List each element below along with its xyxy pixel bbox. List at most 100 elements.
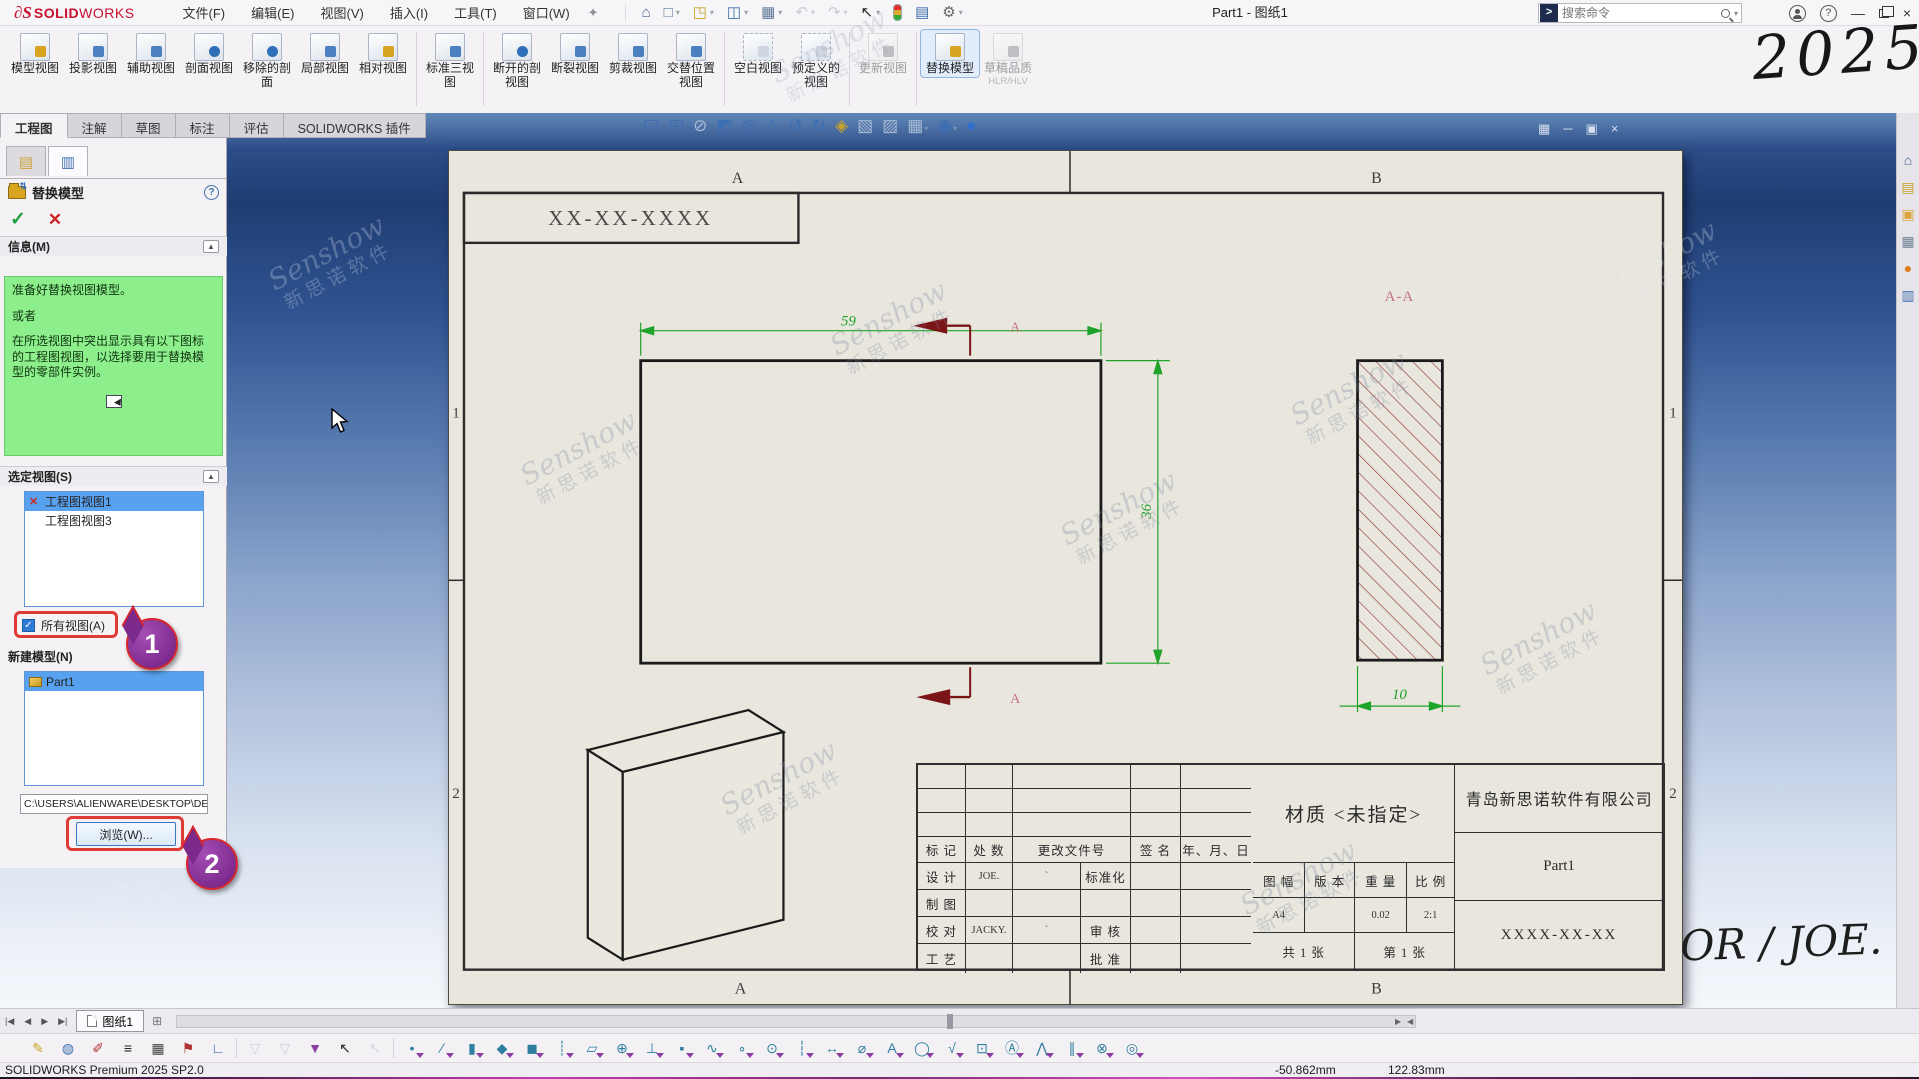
lasso-select-icon[interactable]: ↖: [363, 1036, 387, 1060]
zoom-to-selection-icon[interactable]: ◩: [716, 117, 732, 134]
ribbon-section-view[interactable]: 剖面视图: [180, 30, 238, 77]
menu-insert[interactable]: 插入(I): [390, 3, 428, 22]
section-view[interactable]: [1358, 361, 1443, 661]
doc-restore-icon[interactable]: ▣: [1586, 121, 1598, 137]
print-icon[interactable]: ▦: [761, 5, 782, 20]
first-sheet-icon[interactable]: |◀: [0, 1016, 19, 1027]
ribbon-draft-quality[interactable]: 草稿品质 HLR/HLV: [979, 30, 1037, 88]
filter-origins-icon[interactable]: ⊕: [610, 1036, 634, 1060]
tab-drawing[interactable]: 工程图: [0, 113, 68, 138]
dimension-width-text[interactable]: 59: [841, 314, 856, 330]
pm-help-icon[interactable]: ?: [204, 185, 219, 200]
search-input[interactable]: [1562, 6, 1721, 20]
ribbon-update-view[interactable]: 更新视图: [854, 30, 912, 77]
filter-surface-finish-icon[interactable]: √: [940, 1036, 964, 1060]
filter-axes-icon[interactable]: ┊: [550, 1036, 574, 1060]
filter-cosmetic-threads-icon[interactable]: ∥: [1060, 1036, 1084, 1060]
pin-menu-icon[interactable]: ✦: [588, 5, 599, 21]
ribbon-relative-view[interactable]: 相对视图: [354, 30, 412, 77]
isometric-view[interactable]: [588, 710, 784, 960]
property-manager-tab[interactable]: ▥: [48, 146, 88, 176]
ribbon-predefined-view[interactable]: 预定义的视图: [787, 30, 845, 91]
list-item-drawing-view-3[interactable]: 工程图视图3: [25, 511, 203, 530]
annotation-flag-icon[interactable]: ⚑: [176, 1036, 200, 1060]
menu-window[interactable]: 窗口(W): [523, 3, 570, 22]
filter-faces-icon[interactable]: ▮: [460, 1036, 484, 1060]
filter-coordinate-systems-icon[interactable]: ⊥: [640, 1036, 664, 1060]
filter-hole-callouts-icon[interactable]: ⌀: [850, 1036, 874, 1060]
ribbon-broken-out-section[interactable]: 断开的剖视图: [488, 30, 546, 91]
dimension-width[interactable]: [641, 323, 1101, 356]
filter-centerlines-icon[interactable]: ┆: [790, 1036, 814, 1060]
rotate-view-icon[interactable]: ↻: [812, 117, 826, 134]
tab-evaluate[interactable]: 评估: [230, 113, 284, 138]
filter-dowel-symbols-icon[interactable]: ◎: [1120, 1036, 1144, 1060]
filter-solid-bodies-icon[interactable]: ◼: [520, 1036, 544, 1060]
ribbon-projected-view[interactable]: 投影视图: [64, 30, 122, 77]
filter-midpoints-icon[interactable]: ∘: [730, 1036, 754, 1060]
3d-drawing-view-icon[interactable]: ◈: [835, 117, 848, 134]
graphics-area[interactable]: ◱◰⊘◩◎⊹↺↻◈▧▨▦◉● ▦ ─ ▣ × ✓ ✕: [0, 113, 1896, 1008]
ribbon-model-view[interactable]: 模型视图: [6, 30, 64, 77]
search-dropdown-icon[interactable]: ▾: [1734, 9, 1738, 18]
collapse-chevron-icon[interactable]: ▲: [203, 240, 219, 253]
filter-notes-icon[interactable]: A: [880, 1036, 904, 1060]
magnified-selection-icon[interactable]: ◎: [741, 117, 756, 134]
note-tool-icon[interactable]: ✎: [26, 1036, 50, 1060]
filter-geometric-tolerance-icon[interactable]: ⊡: [970, 1036, 994, 1060]
filter-toggle-icon[interactable]: ▽: [243, 1036, 267, 1060]
select-cursor-icon[interactable]: ↖: [861, 5, 881, 20]
filter-planes-icon[interactable]: ▱: [580, 1036, 604, 1060]
doc-close-icon[interactable]: ×: [1611, 121, 1619, 137]
list-item-part1[interactable]: Part1: [25, 672, 203, 691]
view-orientation-icon[interactable]: ▧: [857, 117, 873, 134]
tile-windows-icon[interactable]: ▦: [1538, 121, 1550, 137]
ribbon-standard-3-view[interactable]: 标准三视图: [421, 30, 479, 91]
tab-solidworks-addins[interactable]: SOLIDWORKS 插件: [284, 113, 426, 138]
dimension-height-text[interactable]: 36: [1139, 503, 1155, 519]
dimension-thickness-text[interactable]: 10: [1392, 687, 1407, 703]
ribbon-removed-section[interactable]: 移除的剖面: [238, 30, 296, 91]
drawing-sheet[interactable]: A B A B 1 2 1 2 XX-XX-XXXX: [448, 150, 1683, 1005]
edit-appearance-icon[interactable]: ●: [966, 117, 976, 134]
user-account-icon[interactable]: [1789, 5, 1806, 22]
filter-balloons-icon[interactable]: ◯: [910, 1036, 934, 1060]
filter-edges-icon[interactable]: ∕: [430, 1036, 454, 1060]
selected-views-list[interactable]: ✕ 工程图视图1 工程图视图3: [24, 491, 204, 607]
filter-sketch-points-icon[interactable]: ▪: [670, 1036, 694, 1060]
filter-datum-features-icon[interactable]: Ⓐ: [1000, 1036, 1024, 1060]
display-style-icon[interactable]: ▨: [882, 117, 898, 134]
custom-properties-icon[interactable]: ▥: [1901, 288, 1914, 302]
table-tool-icon[interactable]: ▦: [146, 1036, 170, 1060]
model-path-field[interactable]: C:\USERS\ALIENWARE\DESKTOP\DEI: [20, 794, 208, 814]
solidworks-resources-icon[interactable]: ⌂: [1904, 153, 1912, 167]
pm-cancel-icon[interactable]: ✕: [48, 210, 62, 230]
doc-minimize-icon[interactable]: ─: [1563, 121, 1572, 137]
ribbon-break-view[interactable]: 断裂视图: [546, 30, 604, 77]
filter-dimensions-icon[interactable]: ↔: [820, 1036, 844, 1060]
menu-view[interactable]: 视图(V): [320, 3, 363, 22]
scroll-left-icon[interactable]: ◀: [1407, 1017, 1413, 1026]
scroll-right-icon[interactable]: ▶: [1395, 1017, 1401, 1026]
horizontal-scrollbar[interactable]: ▶ ◀: [176, 1015, 1416, 1028]
clear-filters-icon[interactable]: ▽: [273, 1036, 297, 1060]
new-model-list[interactable]: Part1: [24, 671, 204, 786]
tab-dimension[interactable]: 标注: [176, 113, 230, 138]
ribbon-replace-model[interactable]: 替换模型: [921, 30, 979, 77]
ribbon-empty-view[interactable]: 空白视图: [729, 30, 787, 77]
pan-icon[interactable]: ⊹: [765, 117, 779, 134]
list-item-drawing-view-1[interactable]: ✕ 工程图视图1: [25, 492, 203, 511]
format-painter-icon[interactable]: ✐: [86, 1036, 110, 1060]
home-icon[interactable]: ⌂: [642, 5, 651, 20]
design-library-icon[interactable]: ▤: [1901, 180, 1914, 194]
hide-show-items-icon[interactable]: ◉: [937, 117, 957, 134]
collapse-chevron-icon[interactable]: ▲: [203, 470, 219, 483]
appearances-icon[interactable]: ●: [1904, 261, 1912, 275]
feature-tree-tab[interactable]: ▤: [6, 146, 46, 176]
file-properties-icon[interactable]: ▤: [915, 5, 929, 20]
ribbon-auxiliary-view[interactable]: 辅助视图: [122, 30, 180, 77]
add-sheet-icon[interactable]: ⊞: [144, 1014, 170, 1028]
open-icon[interactable]: ◳: [693, 5, 714, 20]
ribbon-alternate-position-view[interactable]: 交替位置视图: [662, 30, 720, 91]
zoom-in-out-icon[interactable]: ⊘: [693, 117, 707, 134]
